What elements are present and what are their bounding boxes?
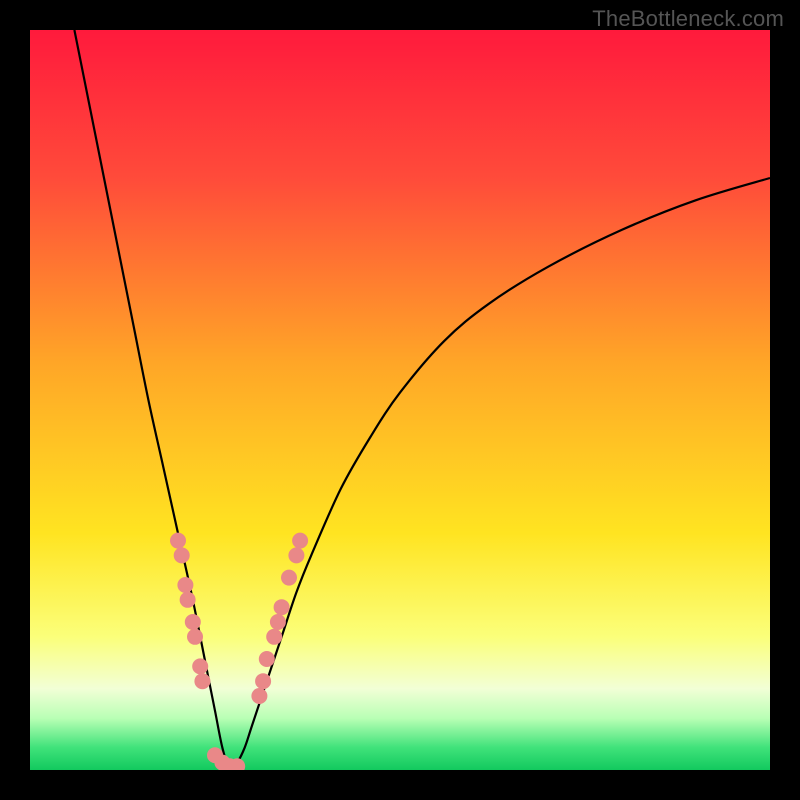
data-marker [270,614,286,630]
data-marker [170,533,186,549]
data-marker [180,592,196,608]
data-marker [174,547,190,563]
curve-layer [30,30,770,770]
chart-frame: TheBottleneck.com [0,0,800,800]
data-marker [177,577,193,593]
data-marker [281,570,297,586]
data-markers [170,533,308,770]
data-marker [185,614,201,630]
data-marker [187,629,203,645]
data-marker [192,658,208,674]
data-marker [251,688,267,704]
data-marker [274,599,290,615]
data-marker [259,651,275,667]
watermark-text: TheBottleneck.com [592,6,784,32]
bottleneck-curve [74,30,770,770]
data-marker [288,547,304,563]
data-marker [255,673,271,689]
data-marker [194,673,210,689]
plot-area [30,30,770,770]
data-marker [266,629,282,645]
data-marker [292,533,308,549]
